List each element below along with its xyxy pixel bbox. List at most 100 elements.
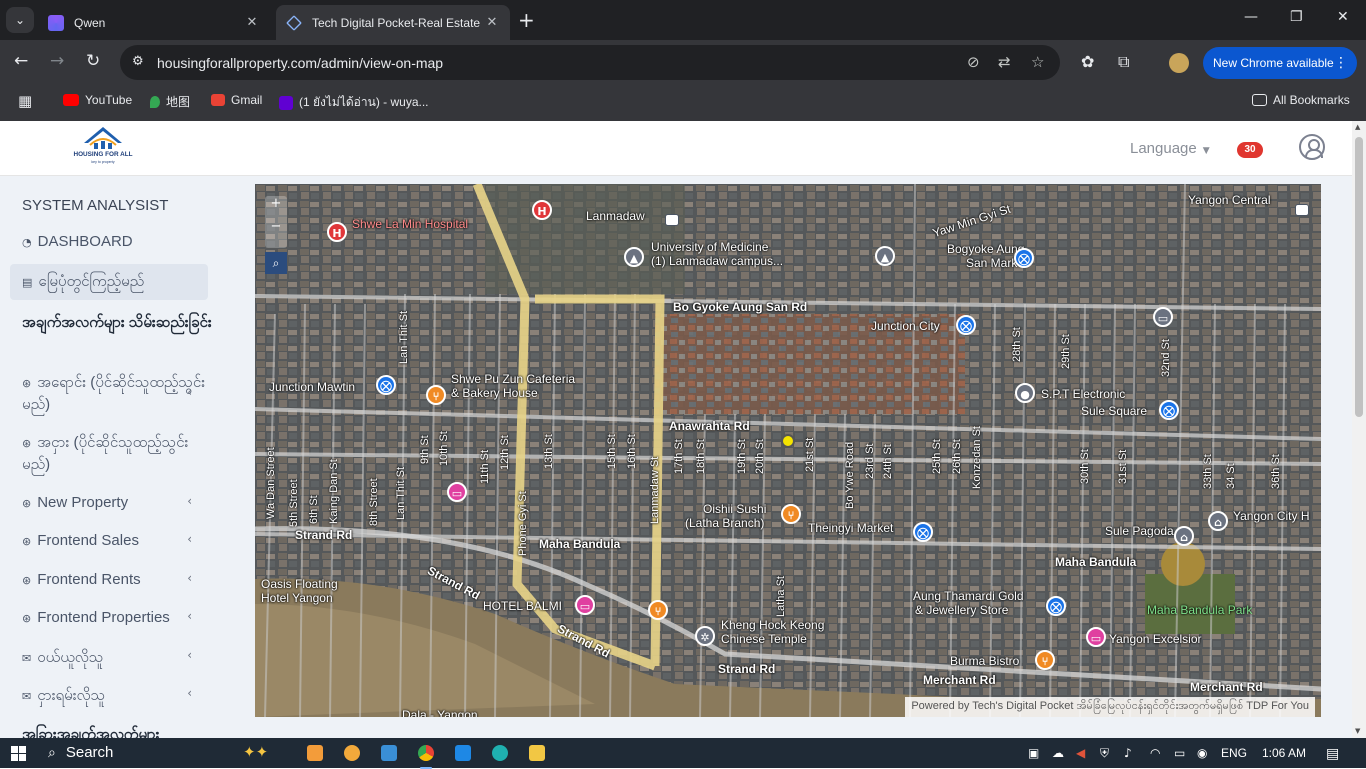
scroll-thumb[interactable] [1355,137,1363,417]
tray-app-icon[interactable]: ▣ [1028,746,1039,760]
bookmark-gmail[interactable]: Gmail [211,93,262,107]
site-info-icon[interactable]: ⚙ [132,54,144,69]
address-bar[interactable]: ⚙ housingforallproperty.com/admin/view-o… [120,45,1060,80]
extension-gear-icon[interactable]: ✿ [1081,52,1094,71]
temple-pin[interactable]: ✲ [695,626,715,646]
restaurant-pin[interactable]: ⑂ [426,385,446,405]
bookmark-yahoo[interactable]: (1 ยังไม่ได้อ่าน) - wuya... [279,93,429,112]
hospital-pin[interactable]: H [532,200,552,220]
school-pin[interactable]: ▲ [624,247,644,267]
shield-icon[interactable]: ⛨ [1100,746,1109,761]
close-tab-icon[interactable]: ✕ [484,15,500,30]
shopping-pin[interactable]: ⛒ [1159,400,1179,420]
selected-property-marker[interactable] [781,434,795,448]
edge-icon[interactable] [492,745,508,761]
landmark-pin[interactable]: ⌂ [1208,511,1228,531]
sidebar-item-frontend-sales[interactable]: ⊛ Frontend Sales ‹ [10,532,208,549]
app-icon-monitor[interactable] [381,745,397,761]
wifi-icon[interactable]: ◠ [1150,746,1160,760]
scroll-down-icon[interactable]: ▼ [1355,727,1360,735]
hospital-pin[interactable]: H [327,222,347,242]
map-search-icon[interactable]: ⌕ [265,252,287,274]
shopping-pin[interactable]: ⛒ [913,522,933,542]
star-icon[interactable]: ☆ [1031,53,1044,71]
hotel-pin[interactable]: ▭ [575,595,595,615]
all-bookmarks[interactable]: All Bookmarks [1252,93,1350,107]
extensions-icon[interactable]: ⧉ [1118,52,1129,72]
temple-pin[interactable]: ⌂ [1174,526,1194,546]
hotel-pin[interactable]: ▭ [447,482,467,502]
app-icon-orange[interactable] [307,745,323,761]
sidebar-item-map-view[interactable]: ▤ မြေပုံတွင်ကြည့်မည် [10,264,208,300]
electronics-pin[interactable]: ● [1015,383,1035,403]
property-map[interactable]: + − ⌕ H Shwe La Min Hospital H Lanmadaw … [255,184,1321,717]
apps-grid-icon[interactable]: ▦ [18,92,32,110]
close-tab-icon[interactable]: ✕ [244,15,260,30]
bookmark-maps[interactable]: 地图 [150,93,190,110]
sidebar-item-buyers[interactable]: ✉ ဝယ်ယူလိုသူ ‹ [10,648,208,670]
back-button[interactable]: ← [14,51,28,71]
train-station-icon[interactable] [1295,204,1309,216]
restaurant-pin[interactable]: ⑂ [648,600,668,620]
tab-qwen[interactable]: Qwen ✕ [38,5,270,40]
url-text[interactable]: housingforallproperty.com/admin/view-on-… [157,55,443,71]
clock[interactable]: 1:06 AM [1262,746,1306,760]
hotel-pin[interactable]: ▭ [1153,307,1173,327]
user-account-icon[interactable] [1299,134,1325,160]
forward-button[interactable]: → [50,51,64,71]
sidebar-item-sales-owner[interactable]: ⊛ အရောင်း (ပိုင်ဆိုင်သူထည့်သွင်းမည်) ‹ [10,372,208,415]
page-scrollbar[interactable]: ▲ ▼ [1352,121,1366,739]
sidebar-item-new-property[interactable]: ⊛ New Property ‹ [10,494,208,511]
zoom-out-button[interactable]: − [265,219,287,234]
hotel-pin[interactable]: ▭ [1086,627,1106,647]
train-station-icon[interactable] [665,214,679,226]
restore-button[interactable]: ❐ [1290,9,1303,25]
shopping-pin[interactable]: ⛒ [376,375,396,395]
scroll-up-icon[interactable]: ▲ [1355,123,1360,131]
map-label-shwe-pu-zun: Shwe Pu Zun Cafeteria [451,372,576,386]
update-chrome-button[interactable]: New Chrome available ⋮ [1203,47,1357,79]
notifications-icon[interactable]: ▤ [1326,746,1339,762]
sparkle-icon[interactable]: ✦✦ [243,743,268,761]
language-dropdown[interactable]: Language ▼ [1130,140,1210,157]
tab-search-button[interactable]: ⌄ [6,7,34,33]
file-explorer-icon[interactable] [529,745,545,761]
battery-icon[interactable]: ▭ [1174,746,1185,760]
shopping-pin[interactable]: ⛒ [1014,248,1034,268]
housing-for-all-logo[interactable]: HOUSING FOR ALL key to property [72,125,134,167]
translate-icon[interactable]: ⇄ [998,53,1011,71]
sidebar-item-frontend-rents[interactable]: ⊛ Frontend Rents ‹ [10,571,208,588]
close-window-button[interactable]: ✕ [1337,9,1349,25]
sidebar-item-dashboard[interactable]: ◔ DASHBOARD [10,233,208,250]
tab-tech-digital-pocket[interactable]: Tech Digital Pocket-Real Estate ✕ [276,5,510,40]
bookmark-youtube[interactable]: YouTube [63,93,132,107]
new-tab-button[interactable]: + [518,8,535,32]
shopping-pin[interactable]: ⛒ [956,315,976,335]
volume-icon[interactable]: ♪ [1124,746,1132,760]
school-pin[interactable]: ▲ [875,246,895,266]
vscode-icon[interactable] [455,745,471,761]
sidebar-item-rent-owner[interactable]: ⊛ အငှား (ပိုင်ဆိုင်သူထည့်သွင်းမည်) [10,432,208,475]
taskbar-search[interactable]: ⌕ Search [48,744,113,761]
notification-badge[interactable]: 30 [1237,142,1263,158]
sidebar-item-frontend-properties[interactable]: ⊛ Frontend Properties ‹ [10,609,208,626]
restaurant-pin[interactable]: ⑂ [781,504,801,524]
zoom-control[interactable]: + − [265,196,287,248]
sidebar-item-renters[interactable]: ✉ ငှားရမ်းလိုသူ ‹ [10,686,208,708]
reload-button[interactable]: ↻ [86,51,100,71]
language-indicator[interactable]: ENG [1221,746,1247,760]
cloud-icon[interactable]: ☁ [1052,746,1064,760]
zoom-in-button[interactable]: + [265,196,287,211]
tracking-icon[interactable]: ⊘ [967,53,980,71]
shopping-pin[interactable]: ⛒ [1046,596,1066,616]
minimize-button[interactable]: — [1244,9,1258,25]
tray-red-icon[interactable]: ◀ [1076,746,1085,760]
windows-start-icon[interactable] [11,746,26,761]
app-icon-folder-bird[interactable] [344,745,360,761]
camera-icon[interactable]: ◉ [1197,746,1207,760]
restaurant-pin[interactable]: ⑂ [1035,650,1055,670]
avatar[interactable] [1169,53,1189,73]
map-icon: ▤ [22,276,33,289]
chrome-icon[interactable] [418,745,434,769]
kebab-menu-icon[interactable]: ⋮ [1334,47,1348,79]
